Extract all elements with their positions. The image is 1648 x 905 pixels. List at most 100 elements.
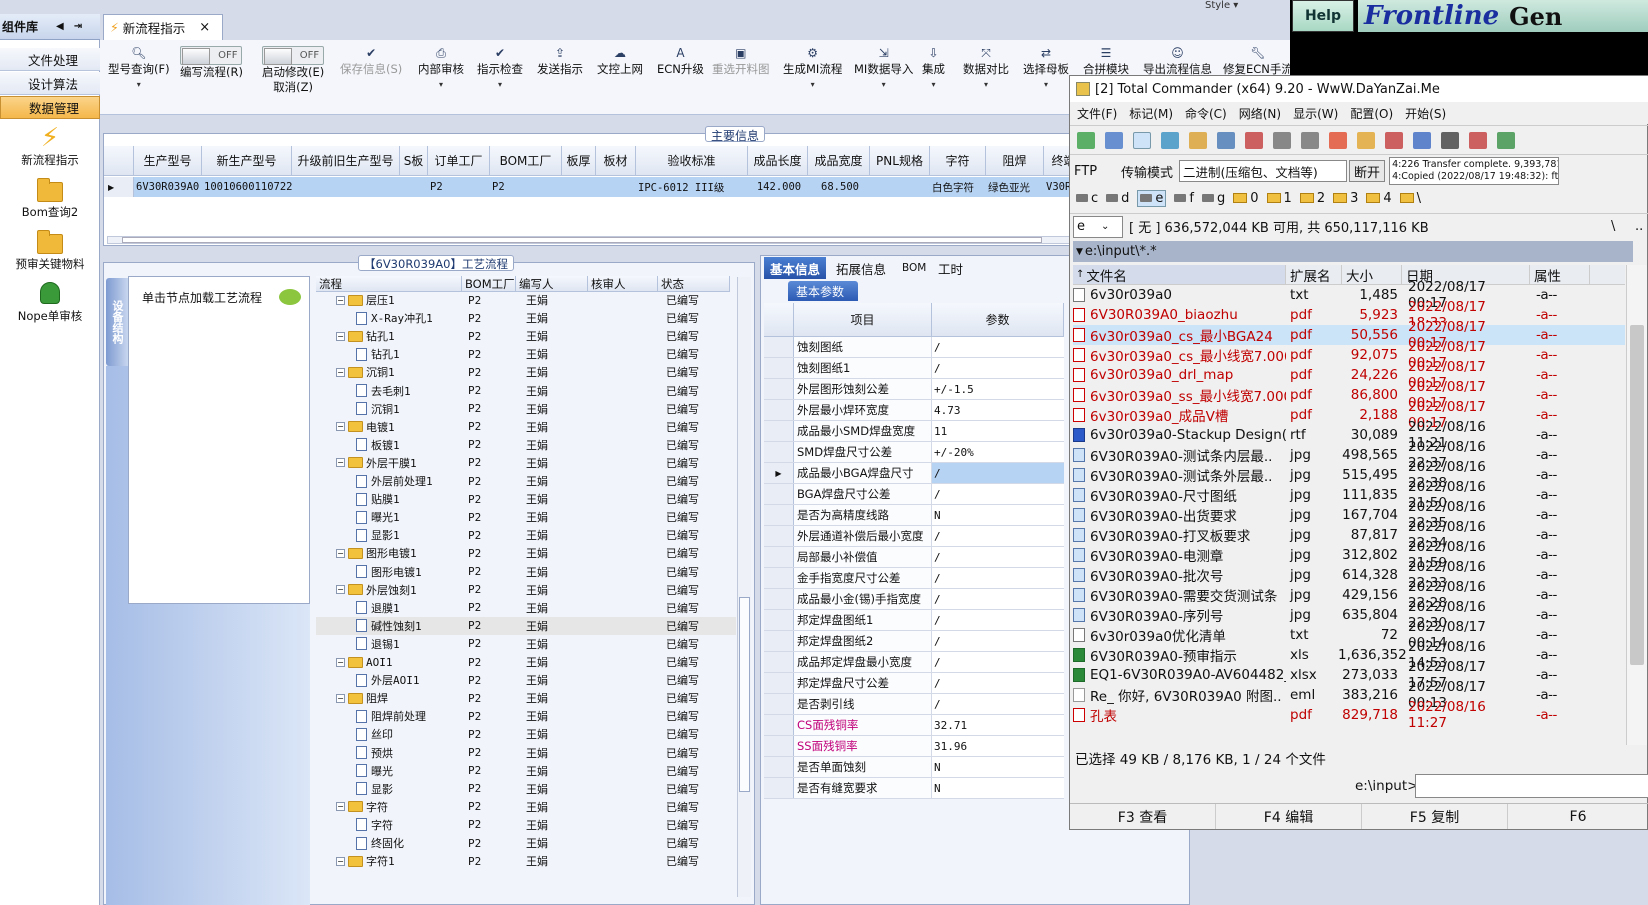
invert-selection-icon[interactable] [1245, 131, 1263, 149]
table-row[interactable]: X-Ray冲孔1 P2 王娟 已编写 [316, 309, 736, 327]
toolbar-item-2[interactable]: OFF 启动修改(E) 取消(Z) [262, 46, 324, 95]
tc-menu-item[interactable]: 命令(C) [1185, 105, 1227, 122]
table-row[interactable]: − 阻焊 P2 王娟 已编写 [316, 689, 736, 707]
property-row[interactable]: 是否单面蚀刻 N [764, 757, 1064, 778]
drive-combo[interactable]: e ⌄ [1073, 215, 1123, 238]
tc-menu-item[interactable]: 网络(N) [1239, 105, 1281, 122]
nav-file-processing[interactable]: 文件处理 [0, 48, 100, 71]
collapse-icon[interactable]: − [336, 458, 345, 468]
table-row[interactable]: 板镀1 P2 王娟 已编写 [316, 436, 736, 454]
tree-node[interactable]: 显影 [316, 781, 462, 797]
tool-nope-audit[interactable]: Nope单审核 [0, 282, 100, 324]
property-row[interactable]: 是否为高精度线路 N [764, 505, 1064, 526]
brief-view-icon[interactable] [1105, 131, 1123, 149]
tree-icon[interactable] [1189, 131, 1207, 149]
table-row[interactable]: 碱性蚀刻1 P2 王娟 已编写 [316, 616, 736, 635]
table-row[interactable]: 退膜1 P2 王娟 已编写 [316, 599, 736, 617]
tree-node[interactable]: − 外层蚀刻1 [316, 582, 462, 598]
property-value[interactable]: 31.96 [932, 736, 1064, 756]
drive-button-10[interactable]: \ [1399, 191, 1421, 206]
property-row[interactable]: BGA焊盘尺寸公差 / [764, 484, 1064, 505]
tc-command-input[interactable] [1415, 774, 1648, 798]
table-row[interactable]: − 沉铜1 P2 王娟 已编写 [316, 363, 736, 381]
property-row[interactable]: 邦定焊盘尺寸公差 / [764, 673, 1064, 694]
property-row[interactable]: 蚀刻图纸1/ [764, 358, 1064, 379]
tree-node[interactable]: − 字符 [316, 799, 462, 815]
tree-node[interactable]: 曝光1 [316, 509, 462, 525]
tree-node[interactable]: − 电镀1 [316, 419, 462, 435]
refresh-icon[interactable] [1077, 131, 1095, 149]
main-info-hscroll[interactable] [107, 236, 1177, 244]
table-row[interactable]: − 外层干膜1 P2 王娟 已编写 [316, 454, 736, 472]
table-row[interactable]: 字符 P2 王娟 已编写 [316, 816, 736, 834]
file-row[interactable]: 6V30R039A0-打叉板要求 jpg 87,817 2022/08/16 22:3… [1073, 519, 1625, 551]
tc-menu-item[interactable]: 显示(W) [1293, 105, 1338, 122]
toolbar-item-3[interactable]: ✔ 保存信息(S) [340, 46, 402, 77]
property-row[interactable]: 是否剥引线 / [764, 694, 1064, 715]
toolbar-item-8[interactable]: A ECN升级 [657, 46, 704, 77]
table-row[interactable]: 显影 P2 王娟 已编写 [316, 780, 736, 798]
column-header-4[interactable]: 属性 [1530, 265, 1590, 285]
drive-button-8[interactable]: 3 [1333, 191, 1358, 206]
column-header-1[interactable]: 扩展名 [1286, 265, 1342, 285]
property-value[interactable]: N [932, 757, 1064, 777]
file-row[interactable]: 6V30R039A0-序列号 jpg 635,804 2022/08/16 22:30… [1073, 599, 1625, 631]
table-row[interactable]: 显影1 P2 王娟 已编写 [316, 526, 736, 544]
toolbar-item-5[interactable]: ✔ 指示检查 ▾ [477, 46, 523, 92]
property-value[interactable]: / [932, 463, 1064, 483]
property-value[interactable]: / [932, 358, 1064, 378]
unpack-icon[interactable] [1357, 131, 1375, 149]
back-icon[interactable] [1273, 131, 1291, 149]
column-header-0[interactable]: ↑ 文件名 [1073, 265, 1286, 285]
drive-button-9[interactable]: 4 [1366, 191, 1392, 206]
table-row[interactable]: 丝印 P2 王娟 已编写 [316, 725, 736, 743]
tree-node[interactable]: 外层AOI1 [316, 672, 462, 688]
tab-basic[interactable]: 基本信息 [764, 257, 827, 279]
file-row[interactable]: 6v30r039a0_ss_最小线宽7.000 pdf 86,800 2022/08/… [1073, 379, 1625, 411]
property-value[interactable]: / [932, 568, 1064, 588]
toolbar-item-13[interactable]: ⤧ 数据对比 ▾ [963, 46, 1009, 92]
tree-node[interactable]: − 字符1 [316, 853, 462, 869]
property-row[interactable]: 邦定焊盘图纸1/ [764, 610, 1064, 631]
tab-new-flow-instruction[interactable]: ⚡ 新流程指示 × [103, 14, 223, 40]
toggle-switch[interactable]: OFF [180, 46, 243, 65]
table-row[interactable]: 终固化 P2 王娟 已编写 [316, 834, 736, 852]
sync-icon[interactable] [1497, 131, 1515, 149]
property-value[interactable]: / [932, 484, 1064, 504]
tree-node[interactable]: 阻焊前处理 [316, 708, 462, 724]
property-value[interactable]: / [932, 694, 1064, 714]
tc-menu-item[interactable]: 文件(F) [1077, 105, 1117, 122]
collapse-icon[interactable]: − [336, 548, 345, 558]
table-row[interactable]: 退锡1 P2 王娟 已编写 [316, 635, 736, 653]
toolbar-item-6[interactable]: ⇪ 发送指示 [537, 46, 583, 77]
tree-node[interactable]: − 外层干膜1 [316, 455, 462, 471]
property-value[interactable]: 32.71 [932, 715, 1064, 735]
tc-path-bar[interactable]: ▼ e:\input\*.* [1073, 241, 1633, 262]
tree-node[interactable]: 丝印 [316, 726, 462, 742]
toggle-switch[interactable]: OFF [262, 46, 325, 65]
tc-menu-item[interactable]: 标记(M) [1129, 105, 1173, 122]
tree-node[interactable]: 钻孔1 [316, 346, 462, 362]
load-flow-label[interactable]: 单击节点加载工艺流程 [142, 289, 262, 306]
property-value[interactable]: / [932, 589, 1064, 609]
property-row[interactable]: CS面残铜率 32.71 [764, 715, 1064, 736]
fkey-button-2[interactable]: F5 复制 [1362, 804, 1508, 829]
property-value[interactable]: +/-1.5 [932, 379, 1064, 399]
ftp-icon[interactable] [1385, 131, 1403, 149]
property-value[interactable]: / [932, 631, 1064, 651]
tree-node[interactable]: 贴膜1 [316, 491, 462, 507]
table-row[interactable]: − 电镀1 P2 王娟 已编写 [316, 418, 736, 436]
file-row[interactable]: 6v30r039a0 txt 1,485 2022/08/17 00:17 -a-- [1073, 279, 1625, 311]
file-row[interactable]: 6V30R039A0-出货要求 jpg 167,704 2022/08/16 22:3… [1073, 499, 1625, 531]
drive-button-3[interactable]: f [1174, 191, 1194, 206]
property-row[interactable]: 蚀刻图纸 / [764, 337, 1064, 358]
table-row[interactable]: 预烘 P2 王娟 已编写 [316, 744, 736, 762]
collapse-icon[interactable]: − [336, 802, 345, 812]
tab-bom[interactable]: BOM [896, 257, 932, 279]
collapse-icon[interactable]: − [336, 693, 345, 703]
table-row[interactable]: 阻焊前处理 P2 王娟 已编写 [316, 707, 736, 725]
table-row[interactable]: 外层AOI1 P2 王娟 已编写 [316, 671, 736, 689]
property-row[interactable]: SS面残铜率 31.96 [764, 736, 1064, 757]
toolbar-item-4[interactable]: ⎙ 内部审核 ▾ [418, 46, 464, 92]
collapse-icon[interactable]: − [336, 657, 345, 667]
